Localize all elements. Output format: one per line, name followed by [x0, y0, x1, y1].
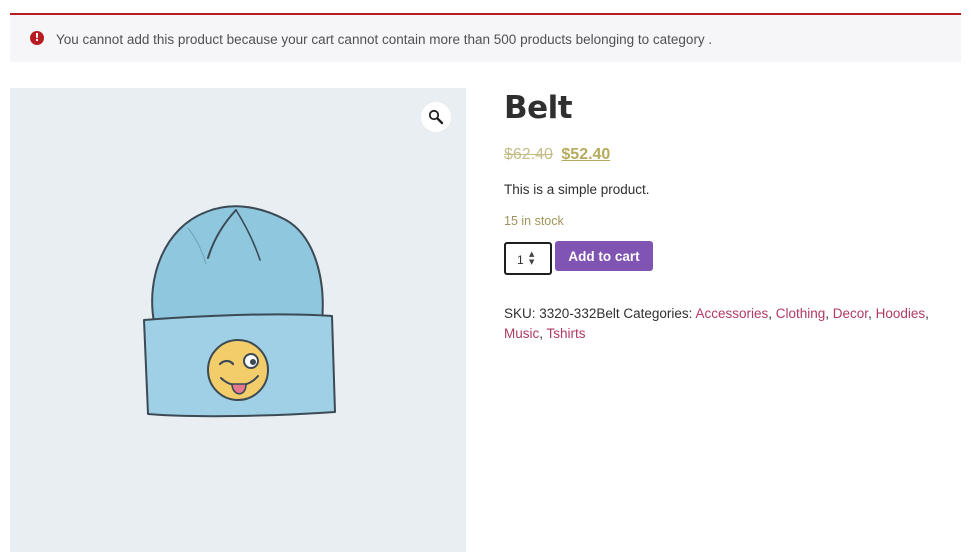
category-link-clothing[interactable]: Clothing — [776, 306, 826, 321]
product-description: This is a simple product. — [504, 182, 650, 197]
product-title: Belt — [504, 90, 573, 126]
category-link-hoodies[interactable]: Hoodies — [876, 306, 926, 321]
error-notice: ! You cannot add this product because yo… — [10, 13, 961, 62]
category-link-music[interactable]: Music — [504, 326, 539, 341]
sku-value: 3320-332Belt — [539, 306, 620, 321]
add-to-cart-button[interactable]: Add to cart — [555, 241, 653, 271]
price: $62.40 $52.40 — [504, 146, 610, 164]
spinner-arrows-icon[interactable]: ▲ ▼ — [529, 250, 534, 266]
error-notice-text: You cannot add this product because your… — [56, 32, 713, 47]
product-image-beanie[interactable] — [136, 198, 336, 428]
product-meta: SKU: 3320-332Belt Categories: Accessorie… — [504, 306, 929, 341]
categories-label: Categories: — [623, 306, 693, 321]
magnifier-icon — [428, 109, 444, 125]
price-sale: $52.40 — [561, 146, 611, 163]
error-icon: ! — [30, 31, 44, 45]
category-link-tshirts[interactable]: Tshirts — [547, 326, 586, 341]
quantity-value: 1 — [517, 253, 524, 267]
sku-label: SKU: — [504, 306, 536, 321]
price-regular: $62.40 — [504, 146, 553, 163]
category-link-accessories[interactable]: Accessories — [695, 306, 768, 321]
zoom-button[interactable] — [421, 102, 451, 132]
category-link-decor[interactable]: Decor — [833, 306, 868, 321]
quantity-stepper[interactable]: 1 ▲ ▼ — [504, 242, 552, 275]
product-gallery — [10, 88, 466, 552]
stock-status: 15 in stock — [504, 214, 564, 228]
